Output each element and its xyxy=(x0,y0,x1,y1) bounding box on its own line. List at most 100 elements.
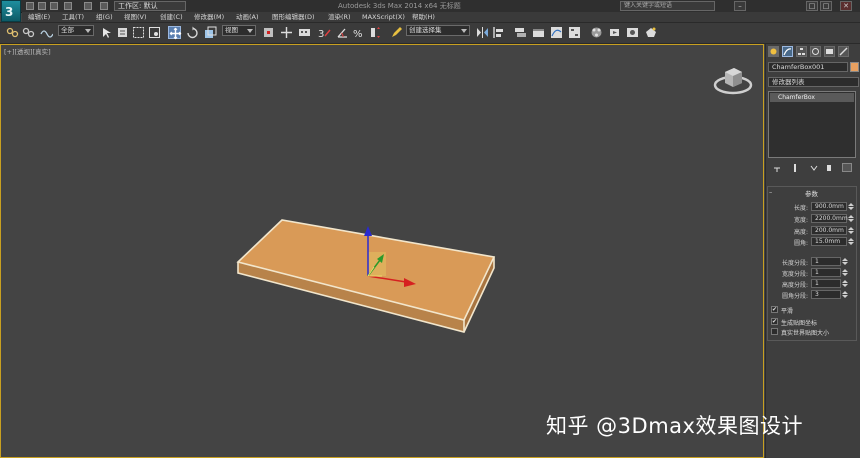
menu-help[interactable]: 帮助(H) xyxy=(412,12,435,22)
curve-editor-icon[interactable] xyxy=(550,26,563,39)
named-selection-set-dropdown[interactable]: 创建选择集 xyxy=(406,25,470,36)
create-tab-icon[interactable] xyxy=(768,46,779,57)
window-crossing-icon[interactable] xyxy=(148,26,161,39)
modifier-list-dropdown[interactable]: 修改器列表 xyxy=(768,77,859,87)
object-color-swatch[interactable] xyxy=(850,62,859,72)
menu-tools[interactable]: 工具(T) xyxy=(62,12,84,22)
width-segs-input[interactable]: 1 xyxy=(811,268,841,277)
select-object-icon[interactable] xyxy=(100,26,113,39)
hierarchy-tab-icon[interactable] xyxy=(796,46,807,57)
height-input[interactable]: 200.0mm xyxy=(811,226,847,235)
menu-edit[interactable]: 编辑(E) xyxy=(28,12,50,22)
svg-text:3: 3 xyxy=(5,5,13,19)
height-segs-spinner-icon[interactable] xyxy=(842,280,848,287)
rollout-collapse-icon[interactable]: – xyxy=(769,188,772,196)
bind-space-warp-icon[interactable] xyxy=(40,26,53,39)
smooth-label: 平滑 xyxy=(781,308,794,315)
show-end-result-icon[interactable] xyxy=(791,164,799,172)
restore-button[interactable]: □ xyxy=(820,1,832,11)
undo-icon[interactable] xyxy=(64,2,72,10)
width-segs-label: 宽度分段: xyxy=(781,271,808,278)
menu-bar xyxy=(22,12,860,22)
object-name-field[interactable]: ChamferBox001 xyxy=(768,62,848,72)
menu-graph-editors[interactable]: 图形编辑器(D) xyxy=(272,12,315,22)
fillet-segs-spinner-icon[interactable] xyxy=(842,291,848,298)
menu-group[interactable]: 组(G) xyxy=(96,12,113,22)
length-input[interactable]: 900.0mm xyxy=(811,202,847,211)
menu-modifiers[interactable]: 修改器(M) xyxy=(194,12,224,22)
percent-snap-icon[interactable]: % xyxy=(352,26,365,39)
height-label: 高度: xyxy=(793,229,808,236)
minimize-button[interactable]: – xyxy=(734,1,746,11)
length-segs-spinner-icon[interactable] xyxy=(842,258,848,265)
width-input[interactable]: 2200.0mm xyxy=(811,214,848,223)
display-tab-icon[interactable] xyxy=(824,46,835,57)
manipulate-icon[interactable] xyxy=(280,26,293,39)
fillet-input[interactable]: 15.0mm xyxy=(811,237,847,246)
open-file-icon[interactable] xyxy=(38,2,46,10)
viewcube[interactable] xyxy=(712,62,754,96)
menu-maxscript[interactable]: MAXScript(X) xyxy=(362,12,405,22)
selection-filter-dropdown[interactable]: 全部 xyxy=(58,25,94,36)
close-button[interactable]: ✕ xyxy=(840,1,852,11)
new-file-icon[interactable] xyxy=(26,2,34,10)
viewport-label[interactable]: [+][透视][真实] xyxy=(4,46,51,56)
align-icon[interactable] xyxy=(492,26,505,39)
save-file-icon[interactable] xyxy=(50,2,58,10)
search-input[interactable]: 键入关键字或短语 xyxy=(620,1,715,11)
spinner-snap-icon[interactable] xyxy=(368,26,381,39)
smooth-checkbox[interactable]: ✔ xyxy=(771,306,778,313)
render-production-icon[interactable] xyxy=(644,26,657,39)
modifier-stack-item[interactable]: ChamferBox xyxy=(770,93,854,102)
snaps-toggle-icon[interactable]: 3 xyxy=(318,26,331,39)
configure-modifier-sets-icon[interactable] xyxy=(842,163,852,172)
workspace-dropdown[interactable]: 工作区: 默认 xyxy=(114,1,186,11)
length-segs-input[interactable]: 1 xyxy=(811,257,841,266)
width-segs-spinner-icon[interactable] xyxy=(842,269,848,276)
menu-create[interactable]: 创建(C) xyxy=(160,12,183,22)
mirror-icon[interactable] xyxy=(476,26,489,39)
height-segs-input[interactable]: 1 xyxy=(811,279,841,288)
motion-tab-icon[interactable] xyxy=(810,46,821,57)
modify-tab-icon[interactable] xyxy=(782,46,793,57)
redo-icon[interactable] xyxy=(84,2,92,10)
graphite-ribbon-icon[interactable] xyxy=(532,26,545,39)
edit-named-selection-icon[interactable] xyxy=(390,26,403,39)
keyboard-shortcut-icon[interactable] xyxy=(298,26,311,39)
parameters-title[interactable]: 参数 xyxy=(805,188,818,198)
height-spinner-icon[interactable] xyxy=(848,227,854,234)
render-setup-icon[interactable] xyxy=(608,26,621,39)
angle-snap-icon[interactable] xyxy=(336,26,349,39)
move-gizmo[interactable] xyxy=(352,220,422,292)
reference-coordinate-dropdown[interactable]: 视图 xyxy=(222,25,256,36)
select-scale-icon[interactable] xyxy=(204,26,217,39)
select-move-icon[interactable] xyxy=(168,26,182,40)
fillet-spinner-icon[interactable] xyxy=(848,238,854,245)
select-link-icon[interactable] xyxy=(6,26,19,39)
real-world-map-size-checkbox[interactable] xyxy=(771,328,778,335)
unlink-icon[interactable] xyxy=(22,26,35,39)
pin-stack-icon[interactable] xyxy=(773,164,781,172)
menu-rendering[interactable]: 渲染(R) xyxy=(328,12,351,22)
pivot-center-icon[interactable] xyxy=(262,26,275,39)
app-menu-button[interactable]: 3 xyxy=(1,0,21,22)
select-rotate-icon[interactable] xyxy=(186,26,199,39)
rendered-frame-window-icon[interactable] xyxy=(626,26,639,39)
material-editor-icon[interactable] xyxy=(590,26,603,39)
length-spinner-icon[interactable] xyxy=(848,203,854,210)
layer-manager-icon[interactable] xyxy=(514,26,527,39)
fillet-segs-input[interactable]: 3 xyxy=(811,290,841,299)
rectangular-selection-icon[interactable] xyxy=(132,26,145,39)
utilities-tab-icon[interactable] xyxy=(838,46,849,57)
gen-mapping-coords-checkbox[interactable]: ✔ xyxy=(771,318,778,325)
make-unique-icon[interactable] xyxy=(810,164,818,172)
menu-views[interactable]: 视图(V) xyxy=(124,12,147,22)
width-spinner-icon[interactable] xyxy=(848,215,854,222)
project-folder-icon[interactable] xyxy=(100,2,108,10)
maximize-button[interactable]: □ xyxy=(806,1,818,11)
menu-animation[interactable]: 动画(A) xyxy=(236,12,259,22)
select-by-name-icon[interactable] xyxy=(116,26,129,39)
schematic-view-icon[interactable] xyxy=(568,26,581,39)
gen-mapping-coords-label: 生成贴图坐标 xyxy=(781,320,818,327)
remove-modifier-icon[interactable] xyxy=(825,164,833,172)
